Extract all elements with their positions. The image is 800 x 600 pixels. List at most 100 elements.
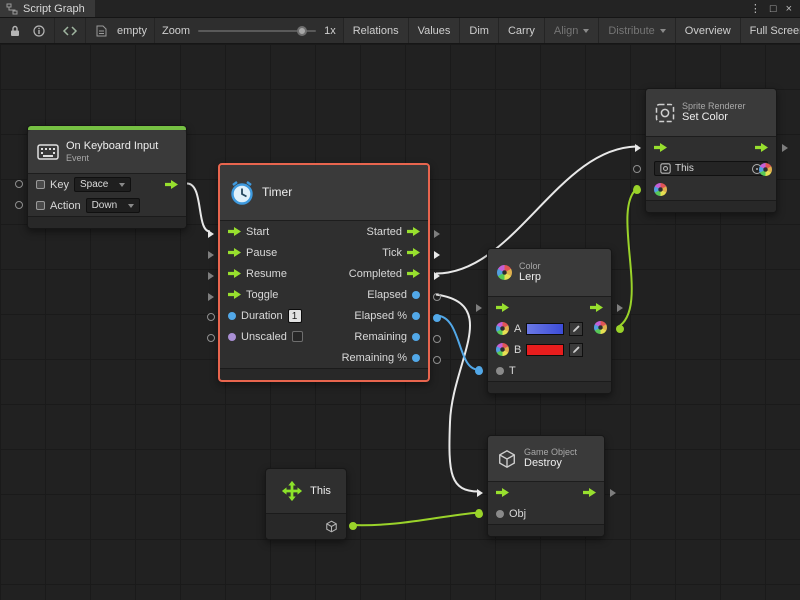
resume-port[interactable] (208, 272, 214, 280)
window-menu-icon[interactable]: ⋮ (750, 2, 761, 15)
fullscreen-button[interactable]: Full Screen (741, 18, 800, 43)
pause-port[interactable] (208, 251, 214, 259)
distribute-button[interactable]: Distribute (599, 18, 675, 43)
close-icon[interactable]: × (786, 3, 792, 15)
wire-timer-elapsed-to-lerp-t[interactable] (436, 316, 478, 370)
key-dropdown[interactable]: Space (74, 177, 131, 192)
completed-port[interactable] (434, 272, 440, 280)
info-icon[interactable] (31, 23, 47, 39)
flow-out-port[interactable] (617, 304, 623, 312)
game-object-icon (497, 449, 517, 469)
elapsed-percent-port[interactable] (433, 314, 441, 322)
values-button[interactable]: Values (409, 18, 461, 43)
flow-in-arrow[interactable] (496, 303, 509, 312)
carry-button[interactable]: Carry (499, 18, 545, 43)
node-category: Color (519, 261, 541, 272)
flow-in-port[interactable] (635, 144, 641, 152)
flow-in-port[interactable] (476, 304, 482, 312)
node-category: Game Object (524, 447, 577, 458)
started-port[interactable] (434, 230, 440, 238)
unscaled-in-dot[interactable] (228, 333, 236, 341)
duration-in-dot[interactable] (228, 312, 236, 320)
trigger-out-arrow[interactable] (165, 180, 178, 189)
node-title: Set Color (682, 111, 746, 124)
flow-out-arrow[interactable] (583, 488, 596, 497)
toggle-in-arrow[interactable] (228, 290, 241, 299)
flow-out-arrow[interactable] (755, 143, 768, 152)
tab-script-graph[interactable]: Script Graph (0, 0, 95, 17)
self-output-port[interactable] (349, 522, 357, 530)
eyedropper-icon-b[interactable] (569, 343, 583, 357)
flow-out-port[interactable] (782, 144, 788, 152)
color-b-swatch[interactable] (526, 344, 564, 356)
completed-out-arrow[interactable] (407, 269, 420, 278)
resume-in-arrow[interactable] (228, 269, 241, 278)
node-color-lerp[interactable]: Color Lerp A B T (487, 248, 612, 394)
toggle-port[interactable] (208, 293, 214, 301)
lock-icon[interactable] (7, 23, 23, 39)
duration-field[interactable]: 1 (288, 309, 302, 323)
node-destroy[interactable]: Game Object Destroy Obj (487, 435, 605, 537)
action-dropdown[interactable]: Down (86, 198, 141, 213)
distribute-dropdown-icon (660, 29, 666, 33)
target-field[interactable]: This (654, 161, 768, 176)
remaining-percent-out-dot[interactable] (412, 354, 420, 362)
wire-keyboard-to-timer-start[interactable] (187, 184, 210, 232)
relations-button[interactable]: Relations (344, 18, 409, 43)
node-category: Sprite Renderer (682, 101, 746, 112)
remaining-percent-port[interactable] (433, 356, 441, 364)
node-on-keyboard-input[interactable]: On Keyboard Input Event Key Space Action… (27, 125, 187, 229)
duration-port[interactable] (207, 313, 215, 321)
start-in-arrow[interactable] (228, 227, 241, 236)
color-port[interactable] (633, 186, 641, 194)
keycode-type-icon (36, 180, 45, 189)
script-graph-icon (6, 3, 18, 15)
elapsed-percent-out-dot[interactable] (412, 312, 420, 320)
maximize-icon[interactable]: □ (770, 3, 777, 15)
wire-this-to-destroy-obj[interactable] (350, 513, 479, 526)
node-this[interactable]: This (265, 468, 347, 540)
flow-in-arrow[interactable] (654, 143, 667, 152)
node-timer[interactable]: Timer Start Started Pause Tick Resume Co… (218, 163, 430, 382)
overview-button[interactable]: Overview (676, 18, 741, 43)
node-title: On Keyboard Input (66, 140, 158, 153)
unscaled-checkbox[interactable] (292, 331, 303, 342)
align-button[interactable]: Align (545, 18, 599, 43)
pause-in-arrow[interactable] (228, 248, 241, 257)
started-out-arrow[interactable] (407, 227, 420, 236)
obj-in-dot[interactable] (496, 510, 504, 518)
tick-port[interactable] (434, 251, 440, 259)
unscaled-port[interactable] (207, 334, 215, 342)
node-set-color[interactable]: Sprite Renderer Set Color This (645, 88, 777, 213)
start-port[interactable] (208, 230, 214, 238)
obj-port[interactable] (475, 510, 483, 518)
wire-timer-completed-to-destroy[interactable] (436, 295, 479, 492)
t-in-dot[interactable] (496, 367, 504, 375)
flow-out-arrow[interactable] (590, 303, 603, 312)
node-subtitle: Event (66, 153, 158, 164)
elapsed-port[interactable] (433, 293, 441, 301)
flow-in-arrow[interactable] (496, 488, 509, 497)
color-a-swatch[interactable] (526, 323, 564, 335)
tick-out-arrow[interactable] (407, 248, 420, 257)
key-input-port[interactable] (15, 180, 23, 188)
elapsed-out-dot[interactable] (412, 291, 420, 299)
t-port[interactable] (475, 367, 483, 375)
dim-button[interactable]: Dim (460, 18, 499, 43)
graph-name-label: empty (117, 25, 147, 37)
result-port[interactable] (616, 325, 624, 333)
dropdown-arrow-icon (119, 183, 125, 187)
graph-canvas[interactable]: On Keyboard Input Event Key Space Action… (0, 44, 800, 600)
zoom-slider[interactable] (198, 30, 316, 32)
zoom-slider-handle[interactable] (297, 26, 307, 36)
target-port[interactable] (633, 165, 641, 173)
action-input-port[interactable] (15, 201, 23, 209)
color-wheel-icon (497, 265, 512, 280)
eyedropper-icon-a[interactable] (569, 322, 583, 336)
flow-in-port[interactable] (477, 489, 483, 497)
remaining-port[interactable] (433, 335, 441, 343)
zoom-label: Zoom (162, 25, 190, 37)
remaining-out-dot[interactable] (412, 333, 420, 341)
chevrons-icon[interactable] (62, 23, 78, 39)
flow-out-port[interactable] (610, 489, 616, 497)
